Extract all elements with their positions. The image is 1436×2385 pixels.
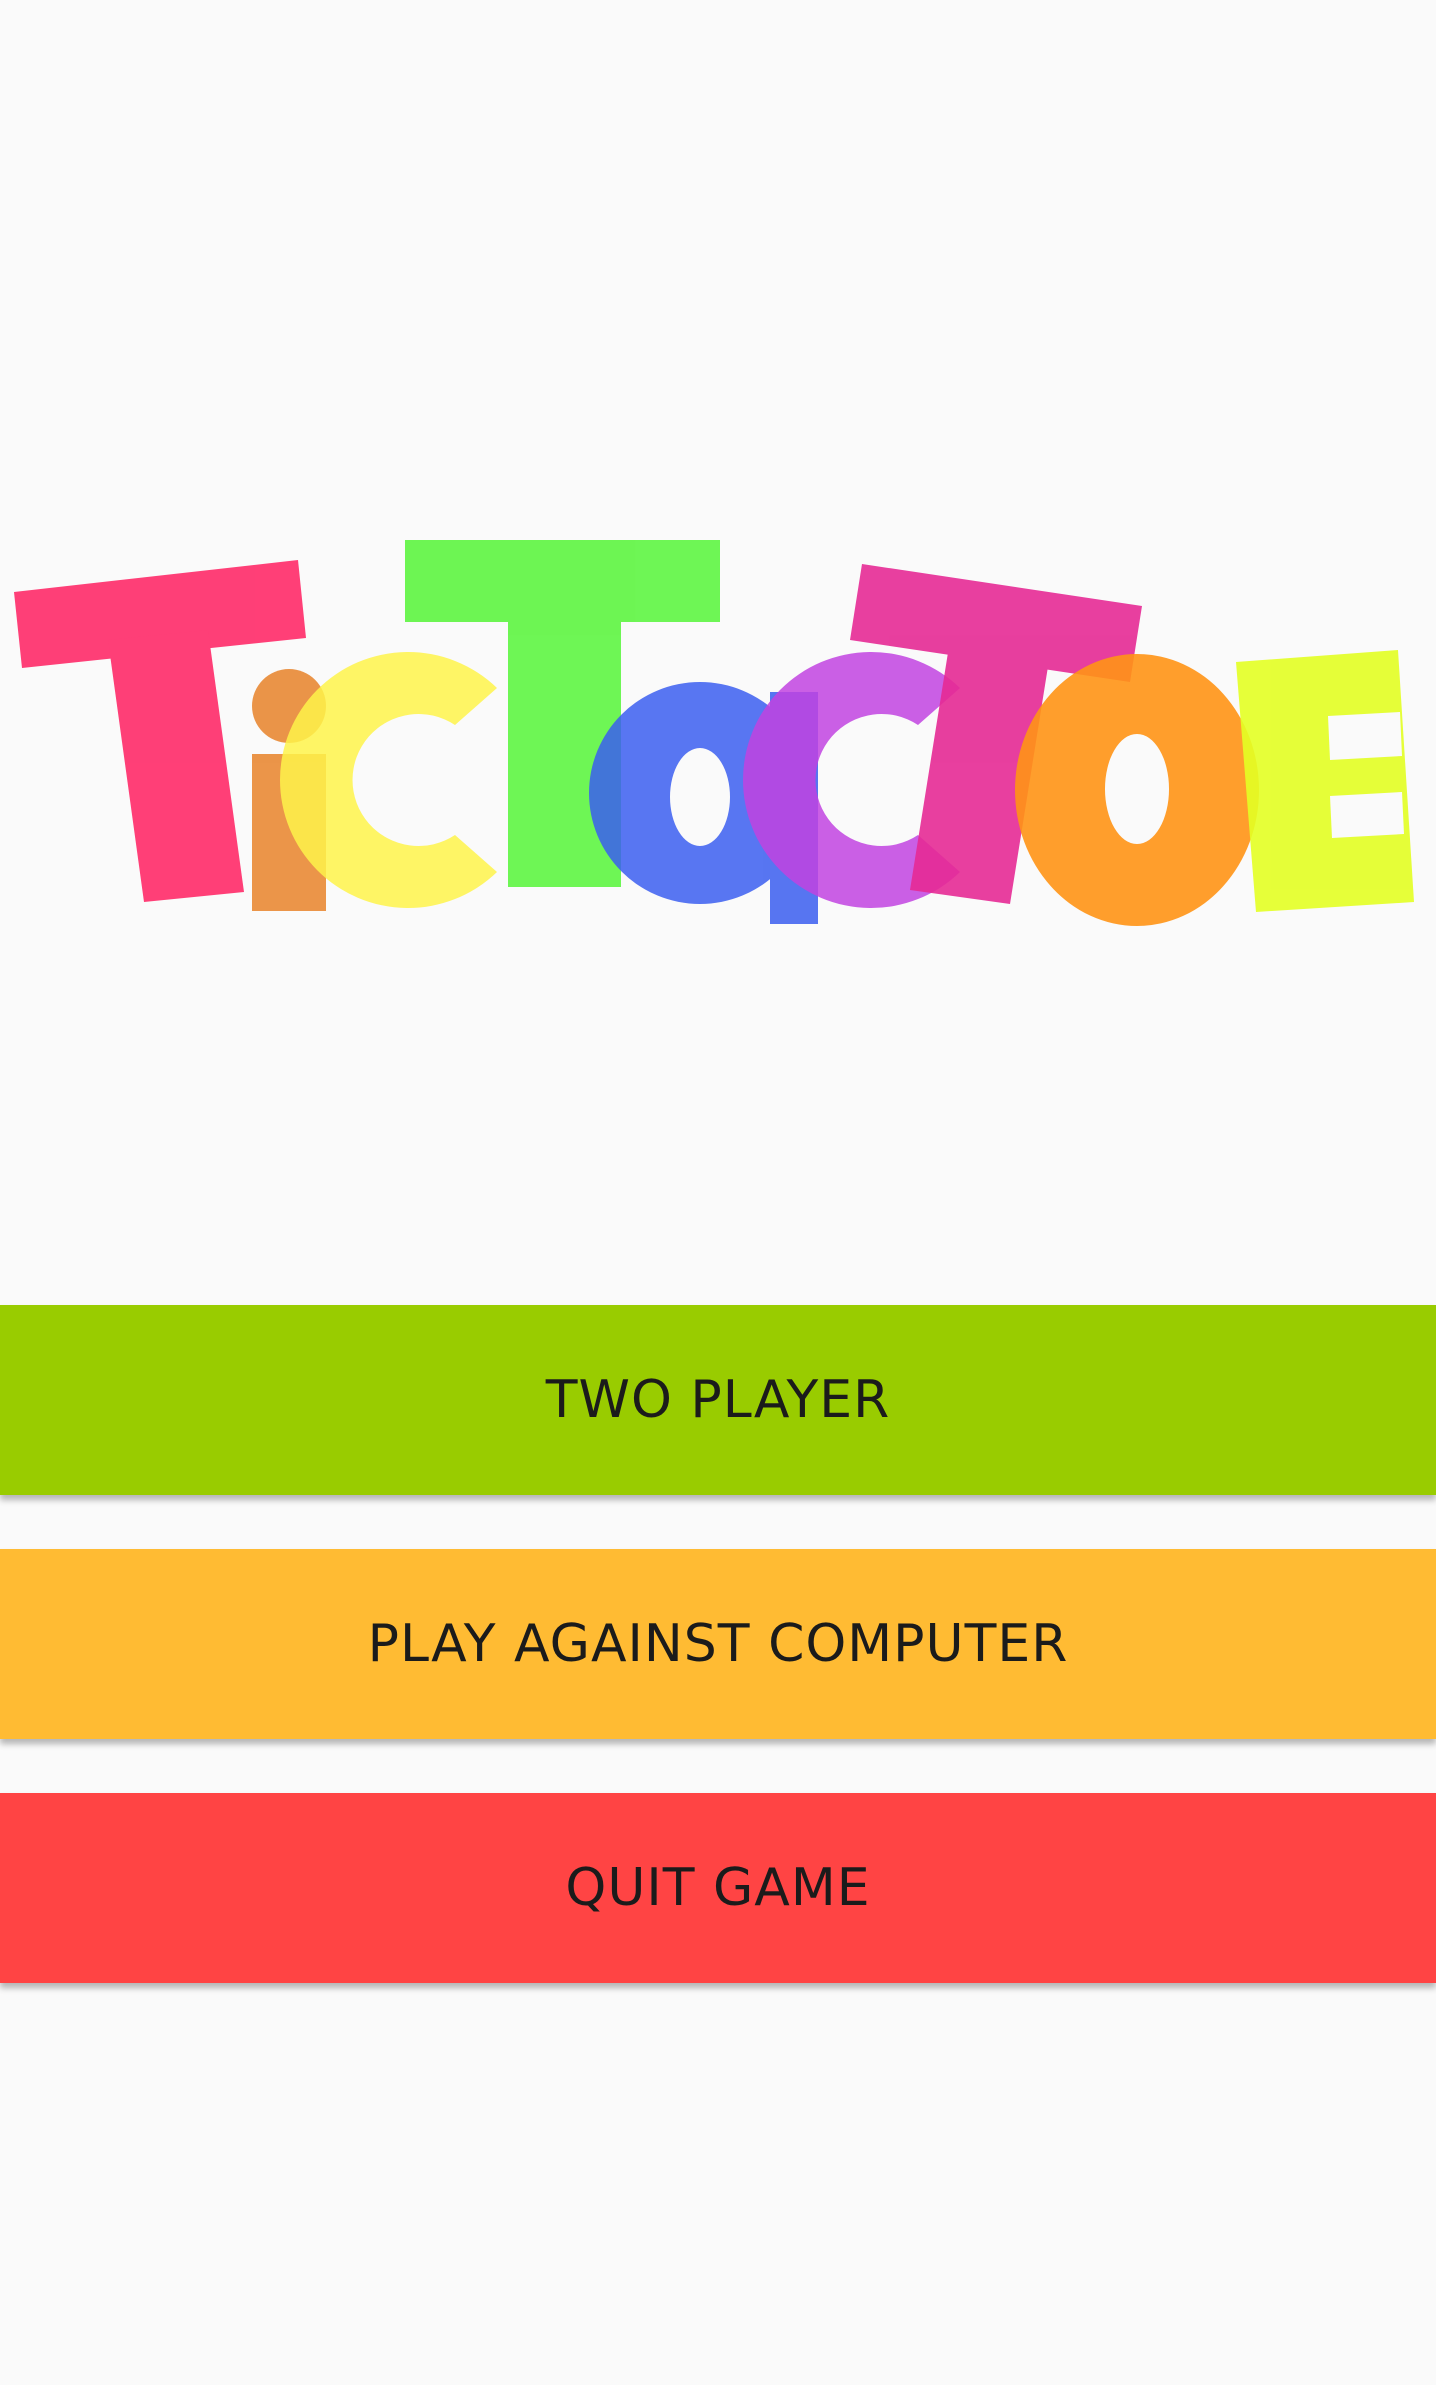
- tic-tac-toe-logo: [0, 520, 1436, 940]
- play-against-computer-button[interactable]: PLAY AGAINST COMPUTER: [0, 1549, 1436, 1739]
- two-player-button[interactable]: TWO PLAYER: [0, 1305, 1436, 1495]
- logo-artwork: [14, 540, 1414, 926]
- quit-game-label: QUIT GAME: [565, 1858, 871, 1918]
- two-player-label: TWO PLAYER: [545, 1370, 891, 1430]
- logo-letter-e: [1236, 650, 1414, 912]
- play-against-computer-label: PLAY AGAINST COMPUTER: [367, 1614, 1069, 1674]
- logo-letter-o: [1015, 654, 1259, 926]
- quit-game-button[interactable]: QUIT GAME: [0, 1793, 1436, 1983]
